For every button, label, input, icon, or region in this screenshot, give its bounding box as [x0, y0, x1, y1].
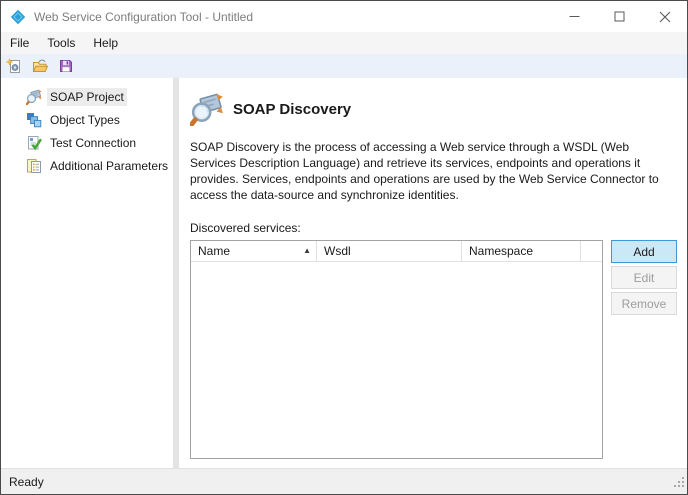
- toolbar: [1, 54, 687, 78]
- content-area: SOAP Project Object Types Test Connectio…: [1, 78, 687, 468]
- page-description: SOAP Discovery is the process of accessi…: [190, 140, 659, 202]
- page-header: SOAP Discovery: [190, 92, 677, 126]
- edit-button[interactable]: Edit: [611, 266, 677, 289]
- new-project-icon: [6, 58, 20, 73]
- app-window: Web Service Configuration Tool - Untitle…: [0, 0, 688, 495]
- additional-parameters-icon: [27, 158, 41, 173]
- add-button[interactable]: Add: [611, 240, 677, 263]
- table-header-row: Name ▲ Wsdl Namespace: [191, 241, 602, 262]
- column-header-namespace[interactable]: Namespace: [462, 241, 581, 261]
- open-project-button[interactable]: [30, 56, 50, 76]
- open-project-icon: [32, 59, 48, 72]
- sidebar-item-label: SOAP Project: [47, 87, 127, 106]
- main-panel: SOAP Discovery SOAP Discovery is the pro…: [179, 78, 687, 468]
- app-icon: [10, 9, 26, 25]
- sort-ascending-icon: ▲: [303, 246, 311, 255]
- column-label: Name: [198, 244, 231, 258]
- sidebar-item-label: Additional Parameters: [50, 158, 169, 173]
- services-section: Name ▲ Wsdl Namespace Add Edit Remove: [190, 240, 677, 459]
- status-bar: Ready: [1, 468, 687, 494]
- sidebar-nav: SOAP Project Object Types Test Connectio…: [1, 78, 173, 468]
- save-project-button[interactable]: [56, 56, 76, 76]
- column-header-filler: [581, 241, 602, 261]
- close-button[interactable]: [642, 1, 687, 32]
- column-label: Namespace: [469, 244, 534, 258]
- menu-item-file[interactable]: File: [1, 33, 38, 53]
- sidebar-item-soap-project[interactable]: SOAP Project: [1, 85, 173, 108]
- save-project-icon: [60, 60, 72, 72]
- discovered-services-label: Discovered services:: [190, 221, 301, 235]
- maximize-button[interactable]: [597, 1, 642, 32]
- page-title: SOAP Discovery: [233, 100, 352, 118]
- column-label: Wsdl: [324, 244, 351, 258]
- test-connection-icon: [28, 135, 42, 150]
- sidebar-item-label: Object Types: [50, 112, 120, 127]
- remove-button[interactable]: Remove: [611, 292, 677, 315]
- minimize-button[interactable]: [552, 1, 597, 32]
- column-header-wsdl[interactable]: Wsdl: [317, 241, 462, 261]
- menu-item-help[interactable]: Help: [84, 33, 127, 53]
- title-bar: Web Service Configuration Tool - Untitle…: [1, 1, 687, 32]
- menu-bar: File Tools Help: [1, 32, 687, 54]
- column-header-name[interactable]: Name ▲: [191, 241, 317, 261]
- table-body-empty: [191, 262, 602, 458]
- menu-item-tools[interactable]: Tools: [38, 33, 84, 53]
- new-project-button[interactable]: [4, 56, 24, 76]
- soap-discovery-icon: [190, 93, 223, 126]
- window-controls: [552, 1, 687, 32]
- sidebar-item-additional-parameters[interactable]: Additional Parameters: [1, 154, 173, 177]
- table-actions: Add Edit Remove: [611, 240, 677, 459]
- sidebar-item-object-types[interactable]: Object Types: [1, 108, 173, 131]
- soap-project-icon: [26, 89, 42, 105]
- sidebar-item-label: Test Connection: [50, 135, 137, 150]
- object-types-icon: [27, 112, 42, 127]
- status-text: Ready: [9, 474, 44, 489]
- sidebar-item-test-connection[interactable]: Test Connection: [1, 131, 173, 154]
- discovered-services-table: Name ▲ Wsdl Namespace: [190, 240, 603, 459]
- window-title: Web Service Configuration Tool - Untitle…: [34, 9, 253, 24]
- resize-grip-icon[interactable]: [672, 476, 685, 492]
